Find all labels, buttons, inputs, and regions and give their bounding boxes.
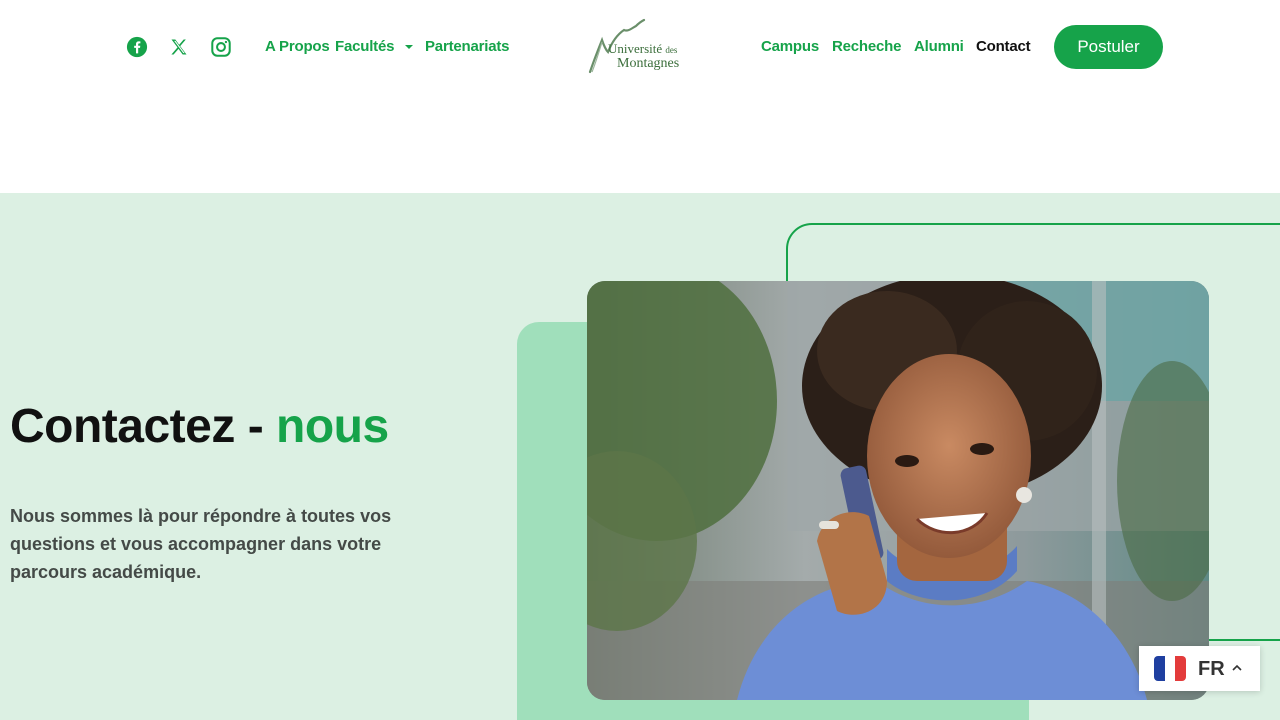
- nav-item-a-propos[interactable]: A Propos: [265, 38, 330, 55]
- apply-button[interactable]: Postuler: [1054, 25, 1163, 69]
- logo-text-line2: Montagnes: [617, 56, 680, 71]
- page-title-accent: nous: [276, 400, 389, 453]
- nav-item-partenariats[interactable]: Partenariats: [425, 38, 510, 55]
- nav-item-campus[interactable]: Campus: [761, 38, 819, 55]
- contact-hero: Contactez - nous Nous sommes là pour rép…: [0, 193, 1280, 720]
- nav-item-contact[interactable]: Contact: [976, 38, 1031, 55]
- facebook-icon[interactable]: [125, 35, 149, 59]
- hero-photo: [587, 281, 1209, 700]
- nav-item-alumni[interactable]: Alumni: [914, 38, 964, 55]
- chevron-up-icon: [1232, 664, 1242, 671]
- x-icon[interactable]: [167, 35, 191, 59]
- page-subtitle: Nous sommes là pour répondre à toutes vo…: [10, 506, 392, 582]
- site-header: A Propos Facultés Partenariats Universit…: [0, 0, 1280, 193]
- chevron-down-icon[interactable]: [403, 41, 415, 53]
- nav-item-recheche[interactable]: Recheche: [832, 38, 901, 55]
- university-logo[interactable]: Université des Montagnes: [586, 16, 696, 78]
- instagram-icon[interactable]: [209, 35, 233, 59]
- nav-item-facultes[interactable]: Facultés: [335, 38, 394, 55]
- woman-on-phone-image: [587, 281, 1209, 700]
- logo-text-line1: Université des: [608, 41, 678, 56]
- page-title: Contactez - nous: [10, 400, 389, 453]
- france-flag-icon: [1154, 656, 1186, 681]
- language-switcher[interactable]: FR: [1139, 646, 1260, 691]
- language-code: FR: [1198, 658, 1225, 680]
